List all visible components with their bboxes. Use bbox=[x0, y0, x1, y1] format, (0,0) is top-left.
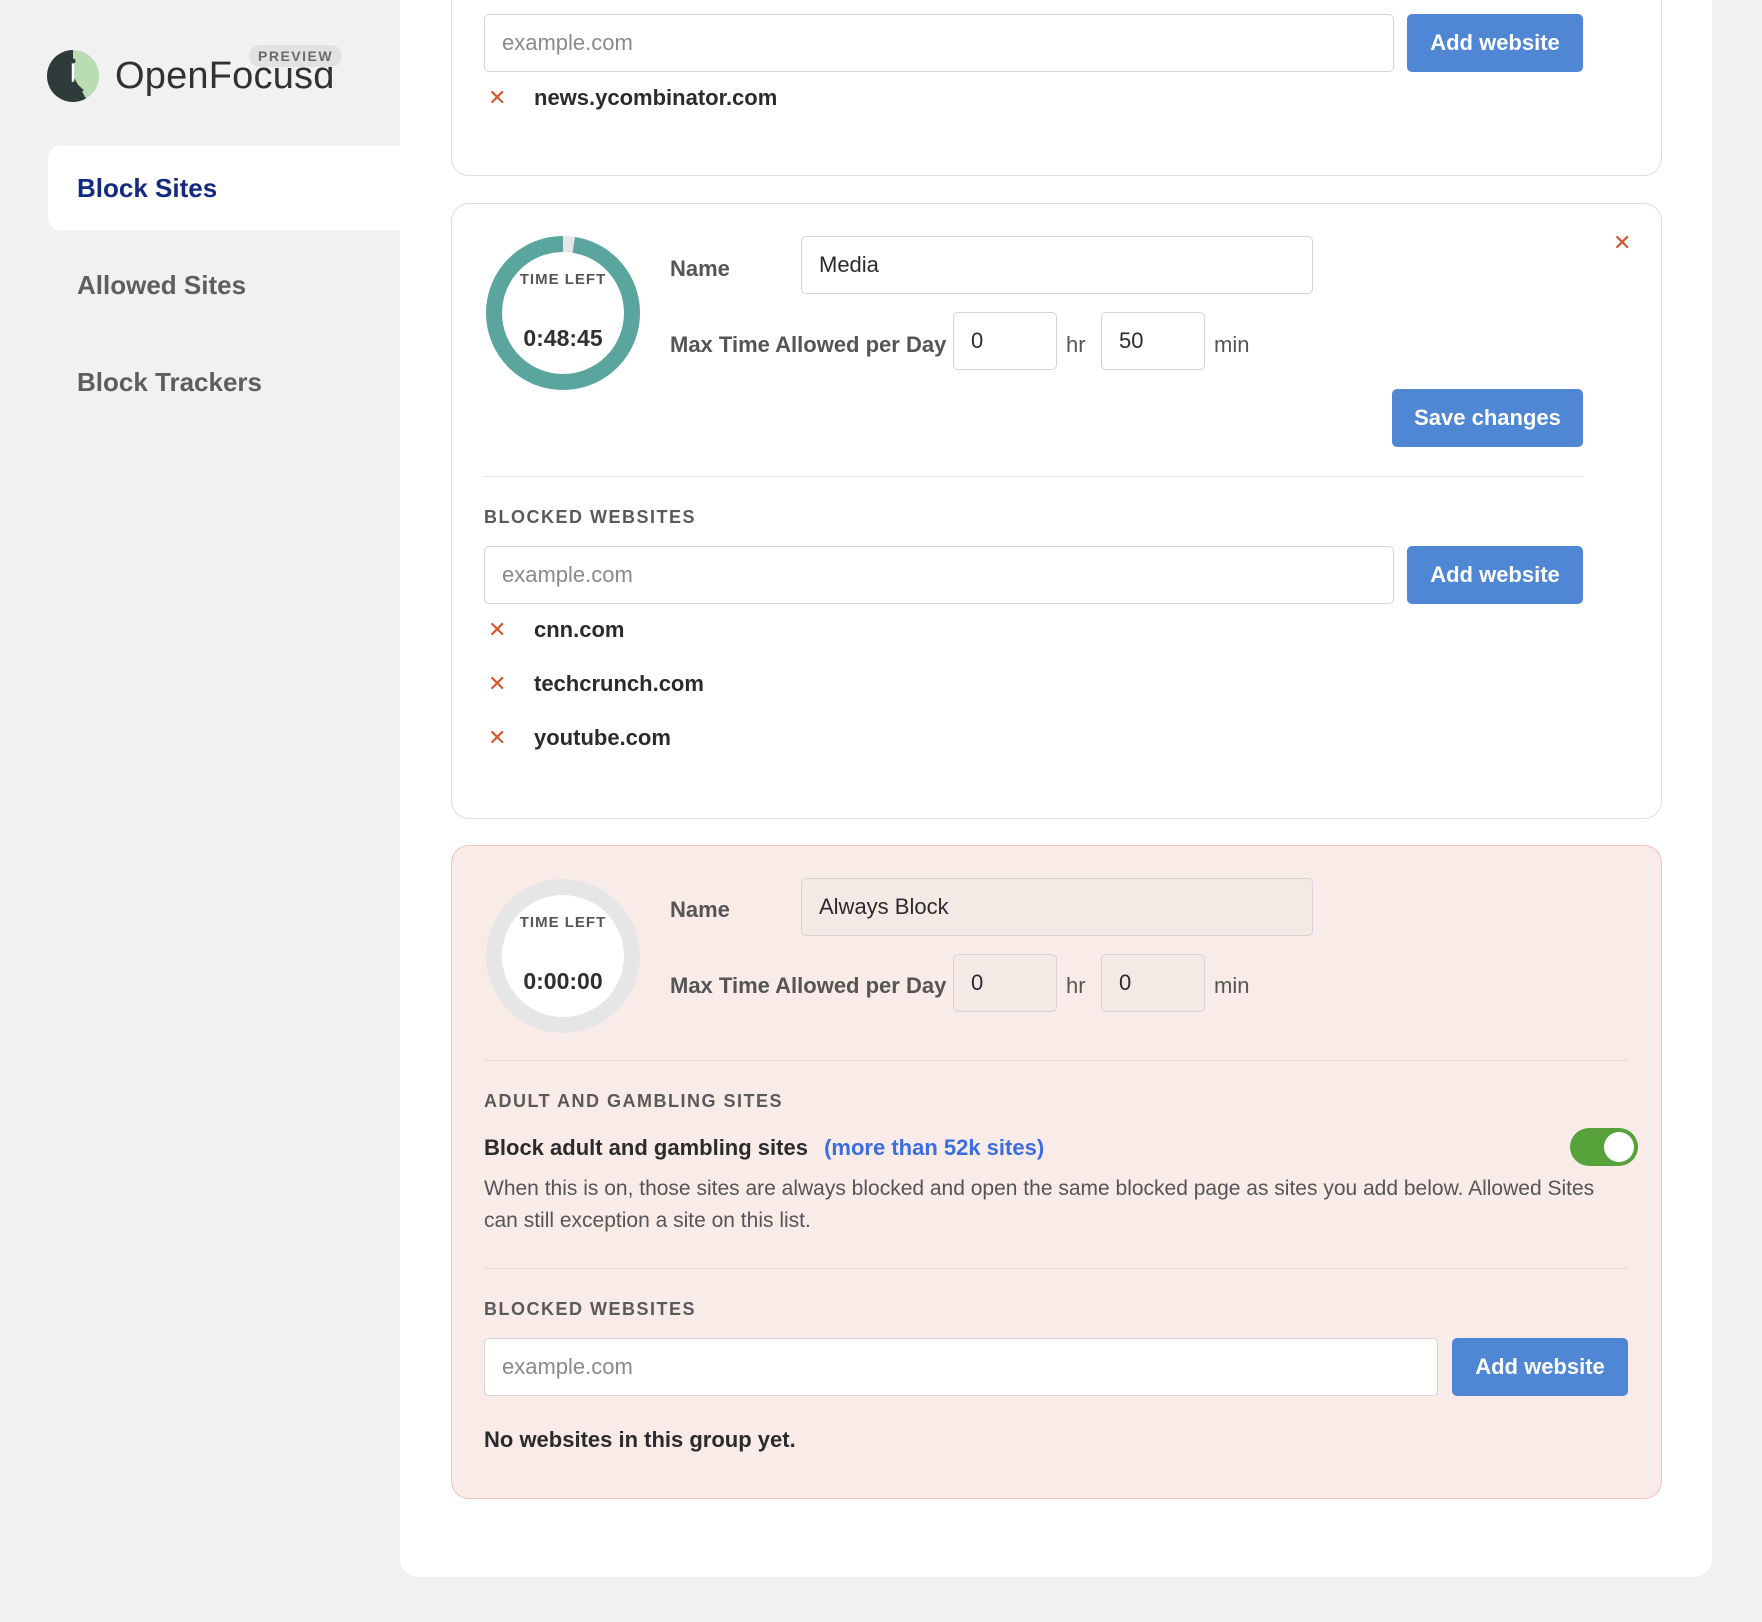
sidebar-item-allowed-sites[interactable]: Allowed Sites bbox=[48, 243, 400, 327]
sidebar-item-block-sites[interactable]: Block Sites bbox=[48, 146, 400, 230]
list-item: ✕ youtube.com bbox=[488, 723, 671, 753]
min-unit: min bbox=[1214, 973, 1250, 998]
empty-state-text: No websites in this group yet. bbox=[484, 1427, 796, 1452]
max-time-label: Max Time Allowed per Day bbox=[670, 332, 947, 357]
name-label: Name bbox=[670, 897, 730, 922]
remove-site-icon[interactable]: ✕ bbox=[488, 673, 506, 695]
site-name: youtube.com bbox=[534, 725, 671, 750]
max-time-label: Max Time Allowed per Day bbox=[670, 973, 947, 998]
divider bbox=[484, 476, 1583, 477]
group-card-media: TIME LEFT 0:48:45 Name Max Time Allowed … bbox=[451, 203, 1662, 819]
blocked-websites-title: BLOCKED WEBSITES bbox=[484, 507, 697, 527]
add-website-input[interactable] bbox=[484, 1338, 1438, 1396]
brand-header: OpenFocusd PREVIEW bbox=[0, 0, 400, 145]
add-website-input[interactable] bbox=[484, 14, 1394, 72]
site-name: news.ycombinator.com bbox=[534, 85, 778, 110]
toggle-knob bbox=[1604, 1132, 1634, 1162]
site-name: techcrunch.com bbox=[534, 671, 704, 696]
name-label: Name bbox=[670, 256, 730, 281]
divider bbox=[484, 1060, 1628, 1061]
adult-description: When this is on, those sites are always … bbox=[484, 1177, 1595, 1232]
main-panel: Add website ✕ news.ycombinator.com TIME … bbox=[400, 0, 1712, 1577]
site-name: cnn.com bbox=[534, 617, 625, 642]
hours-input[interactable] bbox=[953, 954, 1057, 1012]
divider bbox=[484, 1268, 1628, 1269]
list-item: ✕ techcrunch.com bbox=[488, 669, 704, 699]
sites-count-link[interactable]: (more than 52k sites) bbox=[824, 1135, 1044, 1160]
time-left-label: TIME LEFT bbox=[519, 914, 607, 931]
adult-block-toggle[interactable] bbox=[1570, 1128, 1638, 1166]
remove-site-icon[interactable]: ✕ bbox=[488, 727, 506, 749]
sidebar-item-block-trackers[interactable]: Block Trackers bbox=[48, 340, 400, 424]
time-left-ring: TIME LEFT 0:48:45 bbox=[485, 235, 641, 391]
minutes-input[interactable] bbox=[1101, 954, 1205, 1012]
hr-unit: hr bbox=[1066, 332, 1086, 357]
list-item: ✕ news.ycombinator.com bbox=[488, 83, 777, 113]
logo-icon bbox=[47, 50, 99, 102]
save-changes-button[interactable]: Save changes bbox=[1392, 389, 1583, 447]
adult-toggle-label: Block adult and gambling sites bbox=[484, 1135, 808, 1160]
group-card-always-block: TIME LEFT 0:00:00 Name Max Time Allowed … bbox=[451, 845, 1662, 1499]
min-unit: min bbox=[1214, 332, 1250, 357]
blocked-websites-title: BLOCKED WEBSITES bbox=[484, 1299, 697, 1319]
time-left-ring: TIME LEFT 0:00:00 bbox=[485, 878, 641, 1034]
add-website-button[interactable]: Add website bbox=[1407, 14, 1583, 72]
group-name-input[interactable] bbox=[801, 878, 1313, 936]
group-name-input[interactable] bbox=[801, 236, 1313, 294]
hours-input[interactable] bbox=[953, 312, 1057, 370]
preview-badge: PREVIEW bbox=[249, 45, 343, 67]
adult-gambling-title: ADULT AND GAMBLING SITES bbox=[484, 1091, 783, 1111]
remove-site-icon[interactable]: ✕ bbox=[488, 87, 506, 109]
hr-unit: hr bbox=[1066, 973, 1086, 998]
time-left-label: TIME LEFT bbox=[519, 271, 607, 288]
delete-group-icon[interactable]: ✕ bbox=[1613, 232, 1631, 254]
remove-site-icon[interactable]: ✕ bbox=[488, 619, 506, 641]
add-website-button[interactable]: Add website bbox=[1407, 546, 1583, 604]
group-card-1: Add website ✕ news.ycombinator.com bbox=[451, 0, 1662, 176]
add-website-button[interactable]: Add website bbox=[1452, 1338, 1628, 1396]
list-item: ✕ cnn.com bbox=[488, 615, 624, 645]
time-left-value: 0:48:45 bbox=[523, 325, 603, 351]
adult-toggle-row: Block adult and gambling sites (more tha… bbox=[484, 1135, 1044, 1161]
add-website-input[interactable] bbox=[484, 546, 1394, 604]
time-left-value: 0:00:00 bbox=[523, 968, 603, 994]
minutes-input[interactable] bbox=[1101, 312, 1205, 370]
sidebar: OpenFocusd PREVIEW Block Sites Allowed S… bbox=[0, 0, 400, 1622]
